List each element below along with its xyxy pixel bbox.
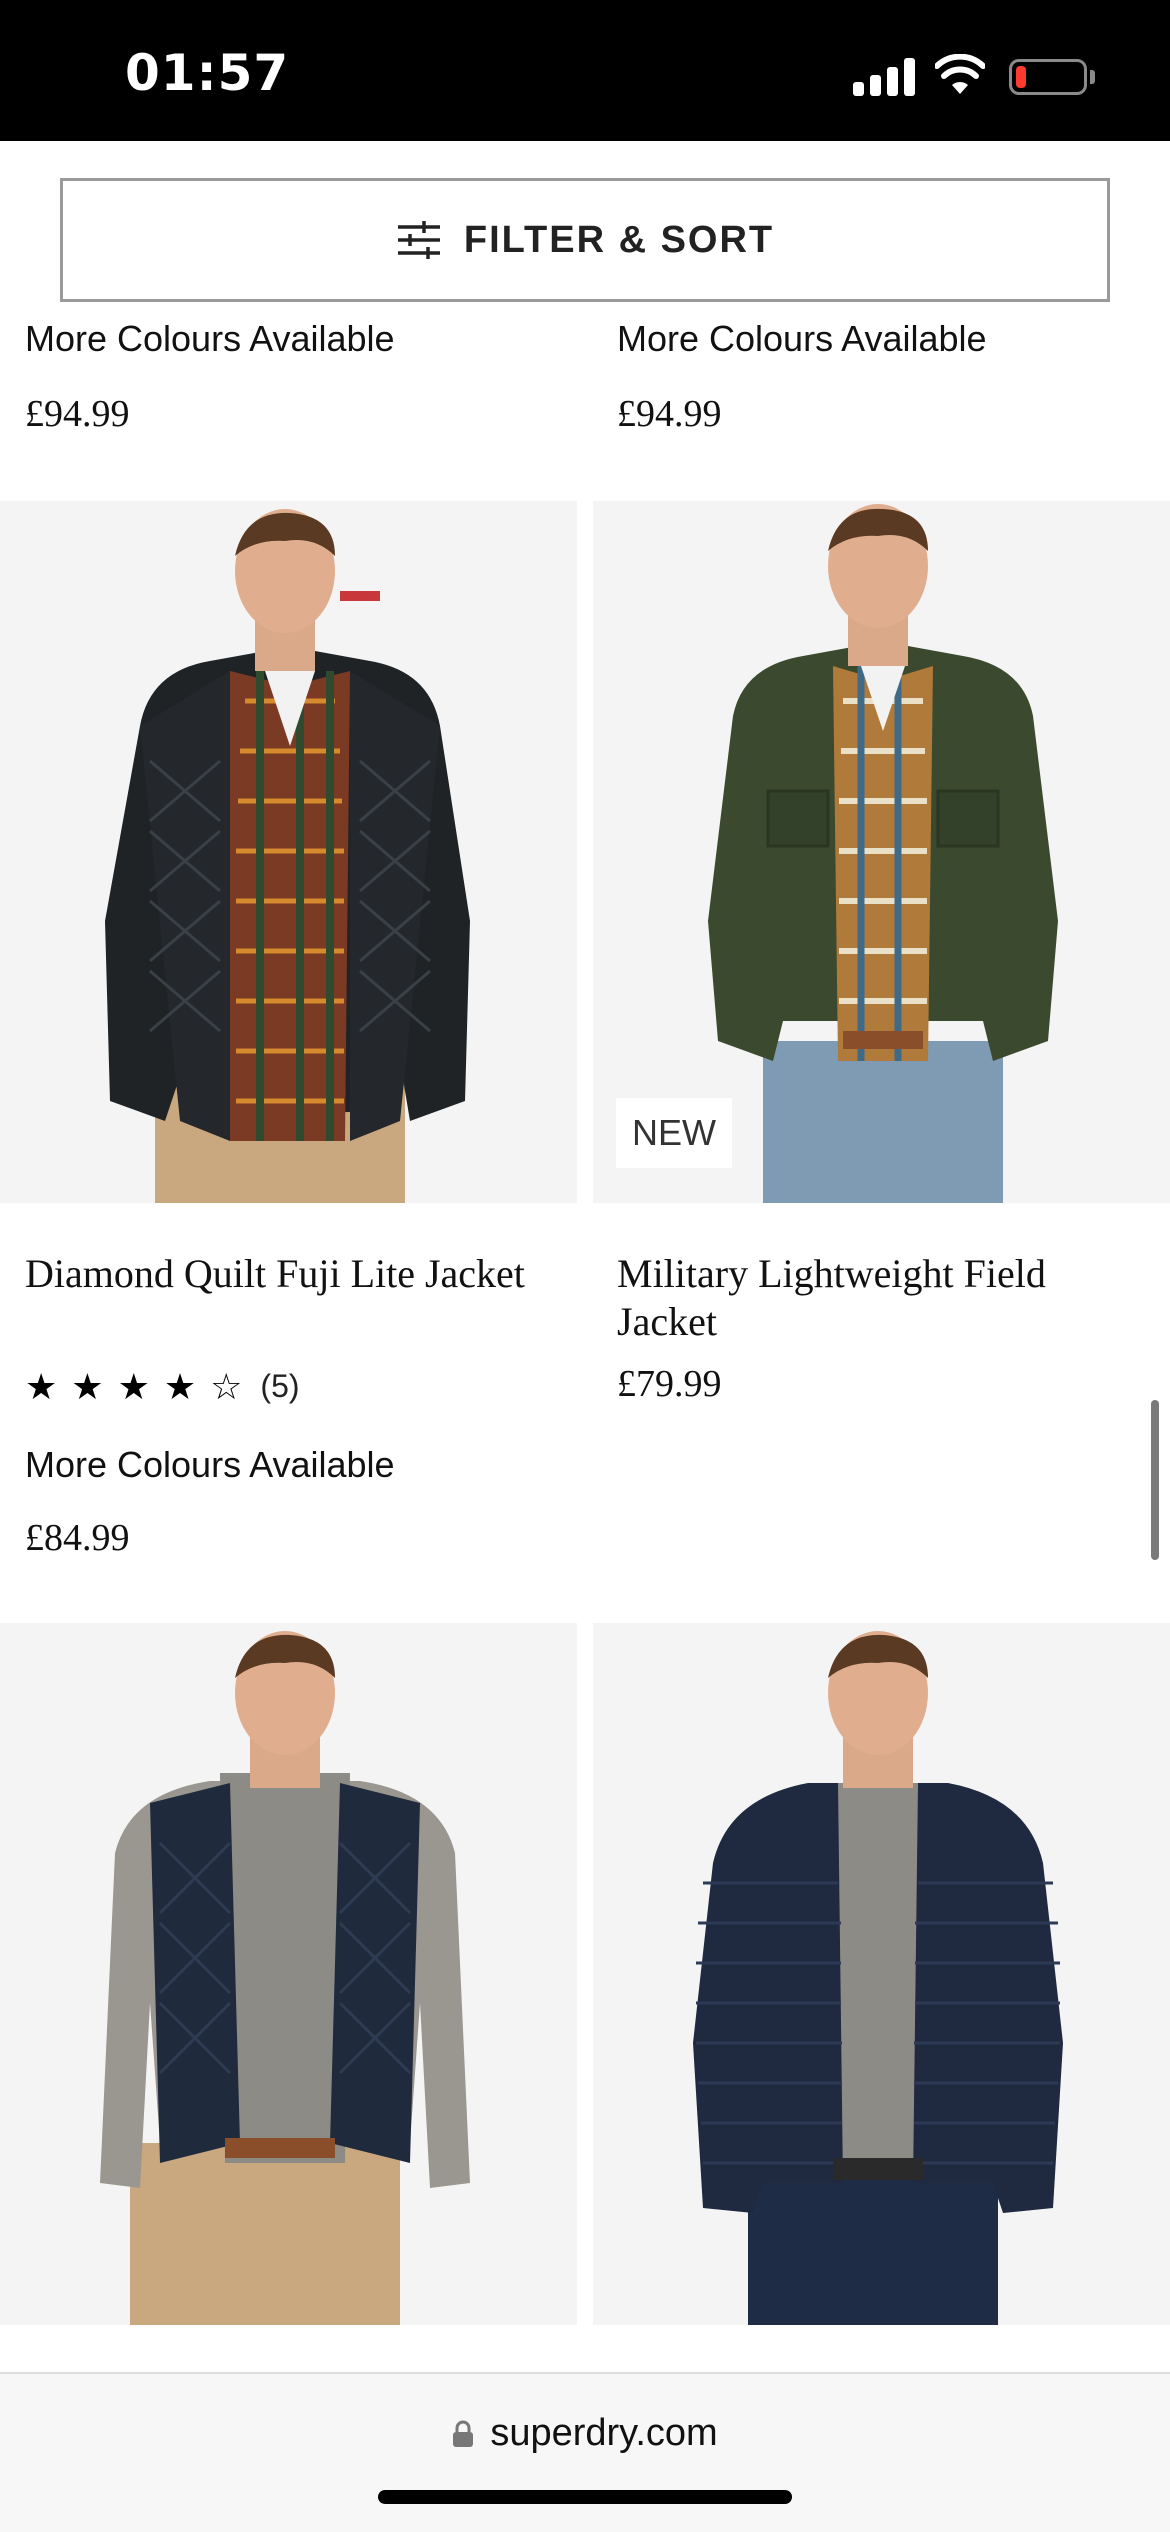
product-title[interactable]: Military Lightweight Field Jacket [617, 1250, 1137, 1346]
scroll-indicator [1151, 1400, 1159, 1560]
product-price: £94.99 [617, 393, 722, 435]
status-bar: 01:57 [0, 0, 1170, 141]
star-empty-icon: ☆ [210, 1365, 243, 1407]
product-image-diamond-quilt-jacket[interactable] [0, 501, 577, 1203]
star-rating: ★ ★ ★ ★ ☆ (5) [25, 1368, 300, 1405]
lock-icon [453, 2420, 474, 2447]
product-image-padded-jacket[interactable] [593, 1623, 1170, 2325]
status-time: 01:57 [125, 44, 290, 102]
filter-bar: FILTER & SORT [0, 141, 1170, 319]
product-price: £79.99 [617, 1363, 722, 1405]
product-image-military-field-jacket[interactable]: NEW [593, 501, 1170, 1203]
sliders-icon [397, 221, 440, 259]
star-filled-icon: ★ [163, 1365, 197, 1407]
filter-sort-button[interactable]: FILTER & SORT [60, 178, 1110, 302]
star-filled-icon: ★ [25, 1365, 58, 1407]
cellular-signal-icon [853, 58, 915, 96]
jacket-photo [105, 509, 470, 1203]
home-indicator[interactable] [378, 2490, 792, 2504]
browser-url-bar[interactable]: superdry.com [0, 2372, 1170, 2532]
more-colours-text: More Colours Available [25, 1444, 395, 1485]
product-title[interactable]: Diamond Quilt Fuji Lite Jacket [25, 1250, 545, 1298]
product-price: £84.99 [25, 1517, 130, 1559]
battery-level [1016, 66, 1026, 88]
star-filled-icon: ★ [117, 1365, 150, 1407]
star-filled-icon: ★ [71, 1365, 104, 1407]
more-colours-text: More Colours Available [25, 318, 395, 359]
review-count: (5) [260, 1368, 300, 1404]
battery-cap [1090, 70, 1095, 84]
more-colours-text: More Colours Available [617, 318, 987, 359]
new-badge: NEW [616, 1098, 732, 1168]
wifi-icon [935, 54, 985, 94]
product-price: £94.99 [25, 393, 130, 435]
gilet-photo [100, 1631, 470, 2325]
url-text: superdry.com [490, 2412, 718, 2454]
battery-icon [1009, 59, 1087, 95]
url-display[interactable]: superdry.com [0, 2412, 1170, 2455]
product-image-quilted-gilet[interactable] [0, 1623, 577, 2325]
jacket-photo [693, 1631, 1063, 2325]
filter-sort-label: FILTER & SORT [463, 218, 775, 261]
